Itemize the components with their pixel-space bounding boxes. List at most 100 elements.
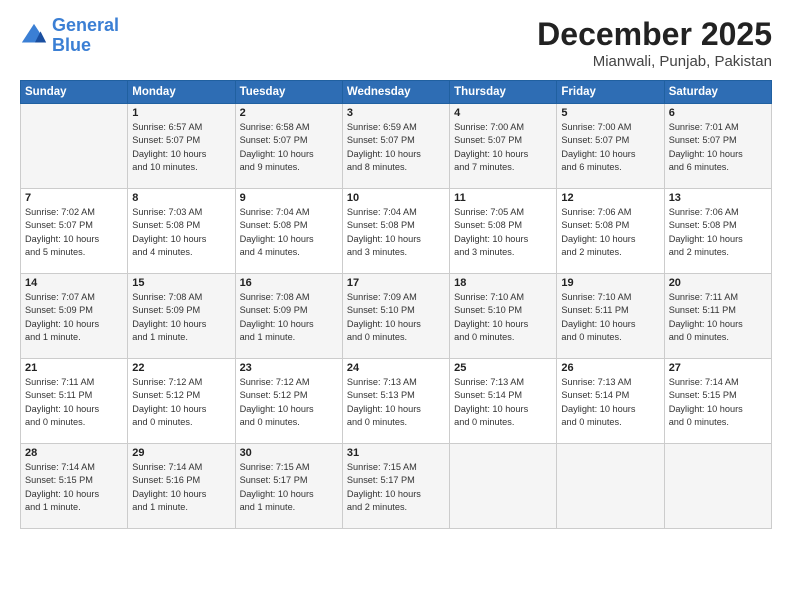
calendar-cell: 15Sunrise: 7:08 AMSunset: 5:09 PMDayligh… <box>128 274 235 359</box>
info-line: Daylight: 10 hours <box>347 149 421 159</box>
info-line: and 1 minute. <box>25 502 81 512</box>
info-line: Sunrise: 7:15 AM <box>240 462 310 472</box>
header-row: SundayMondayTuesdayWednesdayThursdayFrid… <box>21 81 772 104</box>
info-line: Sunrise: 7:14 AM <box>132 462 202 472</box>
info-line: Sunset: 5:16 PM <box>132 475 200 485</box>
info-line: Sunset: 5:10 PM <box>347 305 415 315</box>
info-line: and 7 minutes. <box>454 162 514 172</box>
week-row-2: 7Sunrise: 7:02 AMSunset: 5:07 PMDaylight… <box>21 189 772 274</box>
info-line: Sunrise: 6:59 AM <box>347 122 417 132</box>
cell-info: Sunrise: 6:57 AMSunset: 5:07 PMDaylight:… <box>132 121 230 174</box>
calendar-cell: 7Sunrise: 7:02 AMSunset: 5:07 PMDaylight… <box>21 189 128 274</box>
cell-info: Sunrise: 7:04 AMSunset: 5:08 PMDaylight:… <box>240 206 338 259</box>
info-line: Sunrise: 7:08 AM <box>240 292 310 302</box>
info-line: Sunrise: 7:07 AM <box>25 292 95 302</box>
calendar-cell: 31Sunrise: 7:15 AMSunset: 5:17 PMDayligh… <box>342 444 449 529</box>
info-line: Daylight: 10 hours <box>454 404 528 414</box>
info-line: and 4 minutes. <box>132 247 192 257</box>
calendar-table: SundayMondayTuesdayWednesdayThursdayFrid… <box>20 80 772 529</box>
cell-info: Sunrise: 7:15 AMSunset: 5:17 PMDaylight:… <box>240 461 338 514</box>
cell-info: Sunrise: 6:58 AMSunset: 5:07 PMDaylight:… <box>240 121 338 174</box>
info-line: Sunset: 5:15 PM <box>25 475 93 485</box>
info-line: Daylight: 10 hours <box>561 319 635 329</box>
info-line: Daylight: 10 hours <box>25 404 99 414</box>
info-line: Sunset: 5:14 PM <box>561 390 629 400</box>
day-number: 27 <box>669 362 767 374</box>
info-line: Daylight: 10 hours <box>25 489 99 499</box>
info-line: Sunrise: 7:12 AM <box>240 377 310 387</box>
info-line: and 0 minutes. <box>132 417 192 427</box>
day-number: 30 <box>240 447 338 459</box>
day-number: 20 <box>669 277 767 289</box>
info-line: Daylight: 10 hours <box>132 489 206 499</box>
col-header-friday: Friday <box>557 81 664 104</box>
day-number: 10 <box>347 192 445 204</box>
info-line: and 0 minutes. <box>454 332 514 342</box>
info-line: and 6 minutes. <box>561 162 621 172</box>
day-number: 1 <box>132 107 230 119</box>
cell-info: Sunrise: 7:12 AMSunset: 5:12 PMDaylight:… <box>240 376 338 429</box>
info-line: Sunset: 5:08 PM <box>561 220 629 230</box>
day-number: 13 <box>669 192 767 204</box>
info-line: and 0 minutes. <box>25 417 85 427</box>
logo-icon <box>20 22 48 50</box>
cell-info: Sunrise: 7:06 AMSunset: 5:08 PMDaylight:… <box>561 206 659 259</box>
calendar-cell: 4Sunrise: 7:00 AMSunset: 5:07 PMDaylight… <box>450 104 557 189</box>
calendar-cell: 12Sunrise: 7:06 AMSunset: 5:08 PMDayligh… <box>557 189 664 274</box>
info-line: Daylight: 10 hours <box>669 319 743 329</box>
info-line: Sunrise: 7:11 AM <box>25 377 94 387</box>
info-line: and 0 minutes. <box>347 417 407 427</box>
info-line: Sunset: 5:13 PM <box>347 390 415 400</box>
calendar-cell: 5Sunrise: 7:00 AMSunset: 5:07 PMDaylight… <box>557 104 664 189</box>
cell-info: Sunrise: 7:07 AMSunset: 5:09 PMDaylight:… <box>25 291 123 344</box>
info-line: Sunset: 5:09 PM <box>240 305 308 315</box>
cell-info: Sunrise: 7:15 AMSunset: 5:17 PMDaylight:… <box>347 461 445 514</box>
info-line: Sunset: 5:07 PM <box>132 135 200 145</box>
info-line: Daylight: 10 hours <box>669 149 743 159</box>
day-number: 25 <box>454 362 552 374</box>
location: Mianwali, Punjab, Pakistan <box>537 53 772 70</box>
info-line: Sunset: 5:07 PM <box>347 135 415 145</box>
page: General Blue December 2025 Mianwali, Pun… <box>0 0 792 612</box>
info-line: Daylight: 10 hours <box>240 319 314 329</box>
info-line: Daylight: 10 hours <box>347 489 421 499</box>
info-line: Sunrise: 7:03 AM <box>132 207 202 217</box>
calendar-cell: 2Sunrise: 6:58 AMSunset: 5:07 PMDaylight… <box>235 104 342 189</box>
info-line: and 1 minute. <box>240 332 296 342</box>
week-row-5: 28Sunrise: 7:14 AMSunset: 5:15 PMDayligh… <box>21 444 772 529</box>
info-line: Daylight: 10 hours <box>25 234 99 244</box>
day-number: 17 <box>347 277 445 289</box>
info-line: and 0 minutes. <box>240 417 300 427</box>
cell-info: Sunrise: 7:12 AMSunset: 5:12 PMDaylight:… <box>132 376 230 429</box>
day-number: 3 <box>347 107 445 119</box>
info-line: and 3 minutes. <box>347 247 407 257</box>
calendar-cell: 27Sunrise: 7:14 AMSunset: 5:15 PMDayligh… <box>664 359 771 444</box>
calendar-cell <box>21 104 128 189</box>
cell-info: Sunrise: 7:13 AMSunset: 5:14 PMDaylight:… <box>454 376 552 429</box>
day-number: 21 <box>25 362 123 374</box>
info-line: and 9 minutes. <box>240 162 300 172</box>
info-line: Sunset: 5:12 PM <box>132 390 200 400</box>
info-line: and 0 minutes. <box>454 417 514 427</box>
info-line: Sunrise: 7:12 AM <box>132 377 202 387</box>
cell-info: Sunrise: 7:05 AMSunset: 5:08 PMDaylight:… <box>454 206 552 259</box>
logo-blue: Blue <box>52 35 91 55</box>
col-header-sunday: Sunday <box>21 81 128 104</box>
day-number: 29 <box>132 447 230 459</box>
cell-info: Sunrise: 7:00 AMSunset: 5:07 PMDaylight:… <box>561 121 659 174</box>
info-line: Daylight: 10 hours <box>347 234 421 244</box>
calendar-cell: 21Sunrise: 7:11 AMSunset: 5:11 PMDayligh… <box>21 359 128 444</box>
info-line: Sunrise: 7:09 AM <box>347 292 417 302</box>
info-line: Sunrise: 7:08 AM <box>132 292 202 302</box>
calendar-cell: 23Sunrise: 7:12 AMSunset: 5:12 PMDayligh… <box>235 359 342 444</box>
cell-info: Sunrise: 7:08 AMSunset: 5:09 PMDaylight:… <box>132 291 230 344</box>
header: General Blue December 2025 Mianwali, Pun… <box>20 16 772 70</box>
info-line: Sunset: 5:08 PM <box>240 220 308 230</box>
calendar-cell: 16Sunrise: 7:08 AMSunset: 5:09 PMDayligh… <box>235 274 342 359</box>
cell-info: Sunrise: 7:14 AMSunset: 5:15 PMDaylight:… <box>25 461 123 514</box>
info-line: Sunset: 5:07 PM <box>25 220 93 230</box>
calendar-cell: 14Sunrise: 7:07 AMSunset: 5:09 PMDayligh… <box>21 274 128 359</box>
col-header-thursday: Thursday <box>450 81 557 104</box>
cell-info: Sunrise: 7:14 AM Sunset: 5:16 PM Daylight:… <box>132 461 230 514</box>
calendar-cell: 28Sunrise: 7:14 AMSunset: 5:15 PMDayligh… <box>21 444 128 529</box>
